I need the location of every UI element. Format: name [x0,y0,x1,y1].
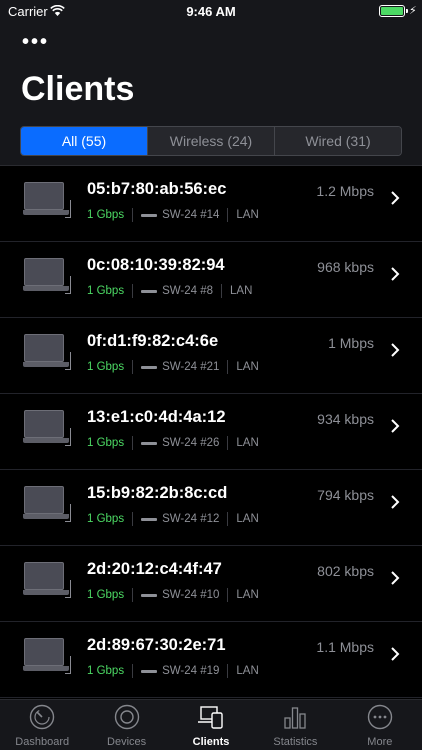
link-speed: 1 Gbps [87,513,125,525]
switch-port: SW-24 #21 [162,361,220,373]
tab-bar: Dashboard Devices Clients Statistics Mor… [0,699,422,750]
client-meta: 1 Gbps SW-24 #19 LAN [87,664,259,678]
link-speed: 1 Gbps [87,437,125,449]
client-mac: 0f:d1:f9:82:c4:6e [87,332,219,350]
link-speed: 1 Gbps [87,665,125,677]
network-name: LAN [236,209,259,221]
segment-wired[interactable]: Wired (31) [274,127,401,155]
switch-port: SW-24 #8 [162,285,214,297]
client-mac: 2d:89:67:30:2e:71 [87,636,226,654]
client-meta: 1 Gbps SW-24 #10 LAN [87,588,259,602]
tab-statistics[interactable]: Statistics [253,700,337,750]
tab-more[interactable]: More [338,700,422,750]
more-options-icon[interactable]: ••• [22,32,49,52]
client-meta: 1 Gbps SW-24 #12 LAN [87,512,259,526]
tab-label: Clients [192,736,230,748]
switch-icon [141,289,158,293]
switch-icon [141,365,158,369]
tab-devices[interactable]: Devices [84,700,168,750]
laptop-icon [23,258,73,296]
client-mac: 15:b9:82:2b:8c:cd [87,484,228,502]
chevron-right-icon [391,419,400,433]
devices-icon [114,704,139,730]
switch-port: SW-24 #19 [162,665,220,677]
client-filter-segmented-control: All (55) Wireless (24) Wired (31) [20,126,402,156]
client-rate: 934 kbps [317,411,374,427]
tab-label: Statistics [273,736,318,748]
client-rate: 1.2 Mbps [316,183,374,199]
switch-icon [141,213,158,217]
chevron-right-icon [391,495,400,509]
switch-icon [141,669,158,673]
header: ••• Clients [0,22,422,118]
network-name: LAN [236,513,259,525]
client-row[interactable]: 15:b9:82:2b:8c:cd 1 Gbps SW-24 #12 LAN 7… [0,470,422,546]
client-row[interactable]: 05:b7:80:ab:56:ec 1 Gbps SW-24 #14 LAN 1… [0,166,422,242]
client-row[interactable]: 13:e1:c0:4d:4a:12 1 Gbps SW-24 #26 LAN 9… [0,394,422,470]
switch-icon [141,441,158,445]
network-name: LAN [236,361,259,373]
client-mac: 2d:20:12:c4:4f:47 [87,560,222,578]
laptop-icon [23,410,73,448]
switch-port: SW-24 #12 [162,513,220,525]
client-row[interactable]: 2d:20:12:c4:4f:47 1 Gbps SW-24 #10 LAN 8… [0,546,422,622]
clients-icon [198,706,223,729]
link-speed: 1 Gbps [87,285,125,297]
network-name: LAN [236,665,259,677]
client-meta: 1 Gbps SW-24 #14 LAN [87,208,259,222]
filter-bar: All (55) Wireless (24) Wired (31) [0,118,422,166]
tab-clients[interactable]: Clients [169,700,253,750]
network-name: LAN [236,437,259,449]
laptop-icon [23,334,73,372]
switch-port: SW-24 #10 [162,589,220,601]
switch-icon [141,517,158,521]
link-speed: 1 Gbps [87,209,125,221]
tab-label: Devices [107,736,147,748]
clock: 9:46 AM [186,4,236,19]
switch-icon [141,593,158,597]
client-mac: 0c:08:10:39:82:94 [87,256,225,274]
tab-dashboard[interactable]: Dashboard [0,700,84,750]
client-rate: 794 kbps [317,487,374,503]
statistics-bar-chart-icon [284,707,307,729]
chevron-right-icon [391,647,400,661]
laptop-icon [23,562,73,600]
switch-port: SW-24 #14 [162,209,220,221]
link-speed: 1 Gbps [87,589,125,601]
client-meta: 1 Gbps SW-24 #21 LAN [87,360,259,374]
switch-port: SW-24 #26 [162,437,220,449]
laptop-icon [23,182,73,220]
laptop-icon [23,638,73,676]
tab-label: Dashboard [15,736,70,748]
segment-all[interactable]: All (55) [21,127,147,155]
client-rate: 1 Mbps [328,335,374,351]
chevron-right-icon [391,571,400,585]
dashboard-gauge-icon [30,704,55,730]
client-row[interactable]: 0f:d1:f9:82:c4:6e 1 Gbps SW-24 #21 LAN 1… [0,318,422,394]
battery-icon: ⚡ [379,5,417,17]
client-mac: 05:b7:80:ab:56:ec [87,180,227,198]
client-rate: 968 kbps [317,259,374,275]
client-row[interactable]: 2d:89:67:30:2e:71 1 Gbps SW-24 #19 LAN 1… [0,622,422,698]
chevron-right-icon [391,191,400,205]
network-name: LAN [230,285,253,297]
client-meta: 1 Gbps SW-24 #8 LAN [87,284,252,298]
client-list: 05:b7:80:ab:56:ec 1 Gbps SW-24 #14 LAN 1… [0,166,422,699]
network-name: LAN [236,589,259,601]
client-meta: 1 Gbps SW-24 #26 LAN [87,436,259,450]
client-row[interactable]: 0c:08:10:39:82:94 1 Gbps SW-24 #8 LAN 96… [0,242,422,318]
more-icon [367,704,393,730]
client-mac: 13:e1:c0:4d:4a:12 [87,408,226,426]
tab-label: More [367,736,393,748]
segment-wireless[interactable]: Wireless (24) [147,127,274,155]
status-bar: Carrier 9:46 AM ⚡ [0,0,422,22]
chevron-right-icon [391,267,400,281]
laptop-icon [23,486,73,524]
link-speed: 1 Gbps [87,361,125,373]
chevron-right-icon [391,343,400,357]
client-rate: 1.1 Mbps [316,639,374,655]
client-rate: 802 kbps [317,563,374,579]
page-title: Clients [21,70,135,108]
